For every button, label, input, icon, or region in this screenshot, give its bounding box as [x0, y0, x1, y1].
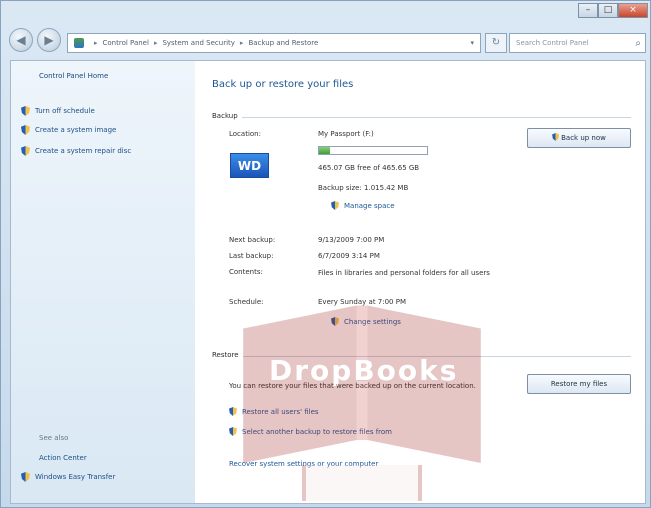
- back-up-now-label: Back up now: [561, 134, 606, 142]
- window-controls: – □ ×: [578, 3, 648, 18]
- back-arrow-icon: ◀: [16, 33, 26, 47]
- contents-label: Contents:: [229, 268, 263, 276]
- minimize-button[interactable]: –: [578, 3, 598, 18]
- location-value: My Passport (F:): [318, 130, 374, 138]
- refresh-button[interactable]: ↻: [485, 33, 507, 53]
- address-bar[interactable]: ▸ Control Panel ▸ System and Security ▸ …: [67, 33, 481, 53]
- backup-progress-bar: [318, 146, 428, 155]
- back-button[interactable]: ◀: [9, 28, 33, 52]
- backup-divider: [242, 117, 631, 118]
- sidebar-item-label: Create a system image: [35, 126, 117, 134]
- next-backup-value: 9/13/2009 7:00 PM: [318, 236, 385, 244]
- navigation-bar: ◀ ▶ ▸ Control Panel ▸ System and Securit…: [1, 25, 651, 57]
- turn-off-schedule-link[interactable]: Turn off schedule: [21, 106, 95, 116]
- restore-my-files-button[interactable]: Restore my files: [527, 374, 631, 394]
- schedule-value: Every Sunday at 7:00 PM: [318, 298, 406, 306]
- back-up-now-button[interactable]: Back up now: [527, 128, 631, 148]
- address-dropdown-icon[interactable]: ▾: [470, 39, 474, 47]
- next-backup-label: Next backup:: [229, 236, 276, 244]
- create-system-image-link[interactable]: Create a system image: [21, 125, 116, 135]
- action-center-link[interactable]: Action Center: [39, 454, 87, 462]
- windows-easy-transfer-link[interactable]: Windows Easy Transfer: [21, 472, 115, 482]
- shield-icon: [331, 317, 339, 326]
- see-also-heading: See also: [39, 434, 69, 442]
- breadcrumb-separator-icon: ▸: [239, 39, 244, 47]
- transfer-icon: [21, 472, 30, 482]
- select-another-backup-label: Select another backup to restore files f…: [242, 427, 392, 436]
- restore-all-users-link[interactable]: Restore all users' files: [229, 407, 319, 416]
- manage-space-link[interactable]: Manage space: [331, 201, 395, 210]
- shield-icon: [21, 106, 30, 116]
- main-panel: Back up or restore your files Backup Loc…: [195, 61, 645, 503]
- restore-divider: [243, 356, 631, 357]
- control-panel-icon: [74, 38, 84, 48]
- shield-icon: [229, 427, 237, 436]
- search-input[interactable]: Search Control Panel ⌕: [509, 33, 646, 53]
- last-backup-value: 6/7/2009 3:14 PM: [318, 252, 380, 260]
- breadcrumb-separator-icon: ▸: [94, 39, 98, 47]
- sidebar-item-label: Windows Easy Transfer: [35, 473, 116, 481]
- recover-system-link[interactable]: Recover system settings or your computer: [229, 460, 378, 468]
- search-icon[interactable]: ⌕: [635, 38, 641, 49]
- breadcrumb-control-panel[interactable]: Control Panel: [103, 39, 149, 47]
- breadcrumb-backup-restore[interactable]: Backup and Restore: [248, 39, 318, 47]
- select-another-backup-link[interactable]: Select another backup to restore files f…: [229, 427, 392, 436]
- free-space-text: 465.07 GB free of 465.65 GB: [318, 164, 420, 172]
- shield-icon: [21, 146, 30, 156]
- close-button[interactable]: ×: [618, 3, 648, 18]
- shield-icon: [21, 125, 30, 135]
- change-settings-link[interactable]: Change settings: [331, 317, 401, 326]
- sidebar-item-label: Turn off schedule: [35, 107, 95, 115]
- control-panel-home-link[interactable]: Control Panel Home: [39, 72, 108, 80]
- manage-space-label: Manage space: [344, 201, 395, 210]
- drive-logo-icon: WD: [230, 153, 269, 178]
- restore-description: You can restore your files that were bac…: [229, 382, 476, 390]
- breadcrumb-separator-icon: ▸: [153, 39, 158, 47]
- restore-section-header: Restore: [212, 351, 239, 359]
- last-backup-label: Last backup:: [229, 252, 274, 260]
- change-settings-label: Change settings: [344, 317, 401, 326]
- title-bar: – □ ×: [1, 1, 651, 23]
- forward-button[interactable]: ▶: [37, 28, 61, 52]
- restore-all-users-label: Restore all users' files: [242, 407, 319, 416]
- create-repair-disc-link[interactable]: Create a system repair disc: [21, 146, 131, 156]
- backup-section-header: Backup: [212, 112, 238, 120]
- shield-icon: [229, 407, 237, 416]
- schedule-label: Schedule:: [229, 298, 264, 306]
- search-placeholder: Search Control Panel: [516, 39, 589, 47]
- sidebar: Control Panel Home Turn off schedule Cre…: [11, 61, 195, 503]
- forward-arrow-icon: ▶: [44, 33, 54, 47]
- shield-icon: [552, 133, 560, 141]
- contents-value: Files in libraries and personal folders …: [318, 269, 490, 277]
- location-label: Location:: [229, 130, 261, 138]
- content-area: Control Panel Home Turn off schedule Cre…: [10, 60, 646, 504]
- backup-progress-fill: [319, 147, 330, 154]
- shield-icon: [331, 201, 339, 210]
- backup-size-text: Backup size: 1.015.42 MB: [318, 184, 409, 192]
- breadcrumb-system-security[interactable]: System and Security: [162, 39, 234, 47]
- maximize-button[interactable]: □: [598, 3, 618, 18]
- sidebar-item-label: Create a system repair disc: [35, 147, 132, 155]
- backup-restore-window: – □ × ◀ ▶ ▸ Control Panel ▸ System and S…: [0, 0, 651, 508]
- page-title: Back up or restore your files: [212, 79, 354, 90]
